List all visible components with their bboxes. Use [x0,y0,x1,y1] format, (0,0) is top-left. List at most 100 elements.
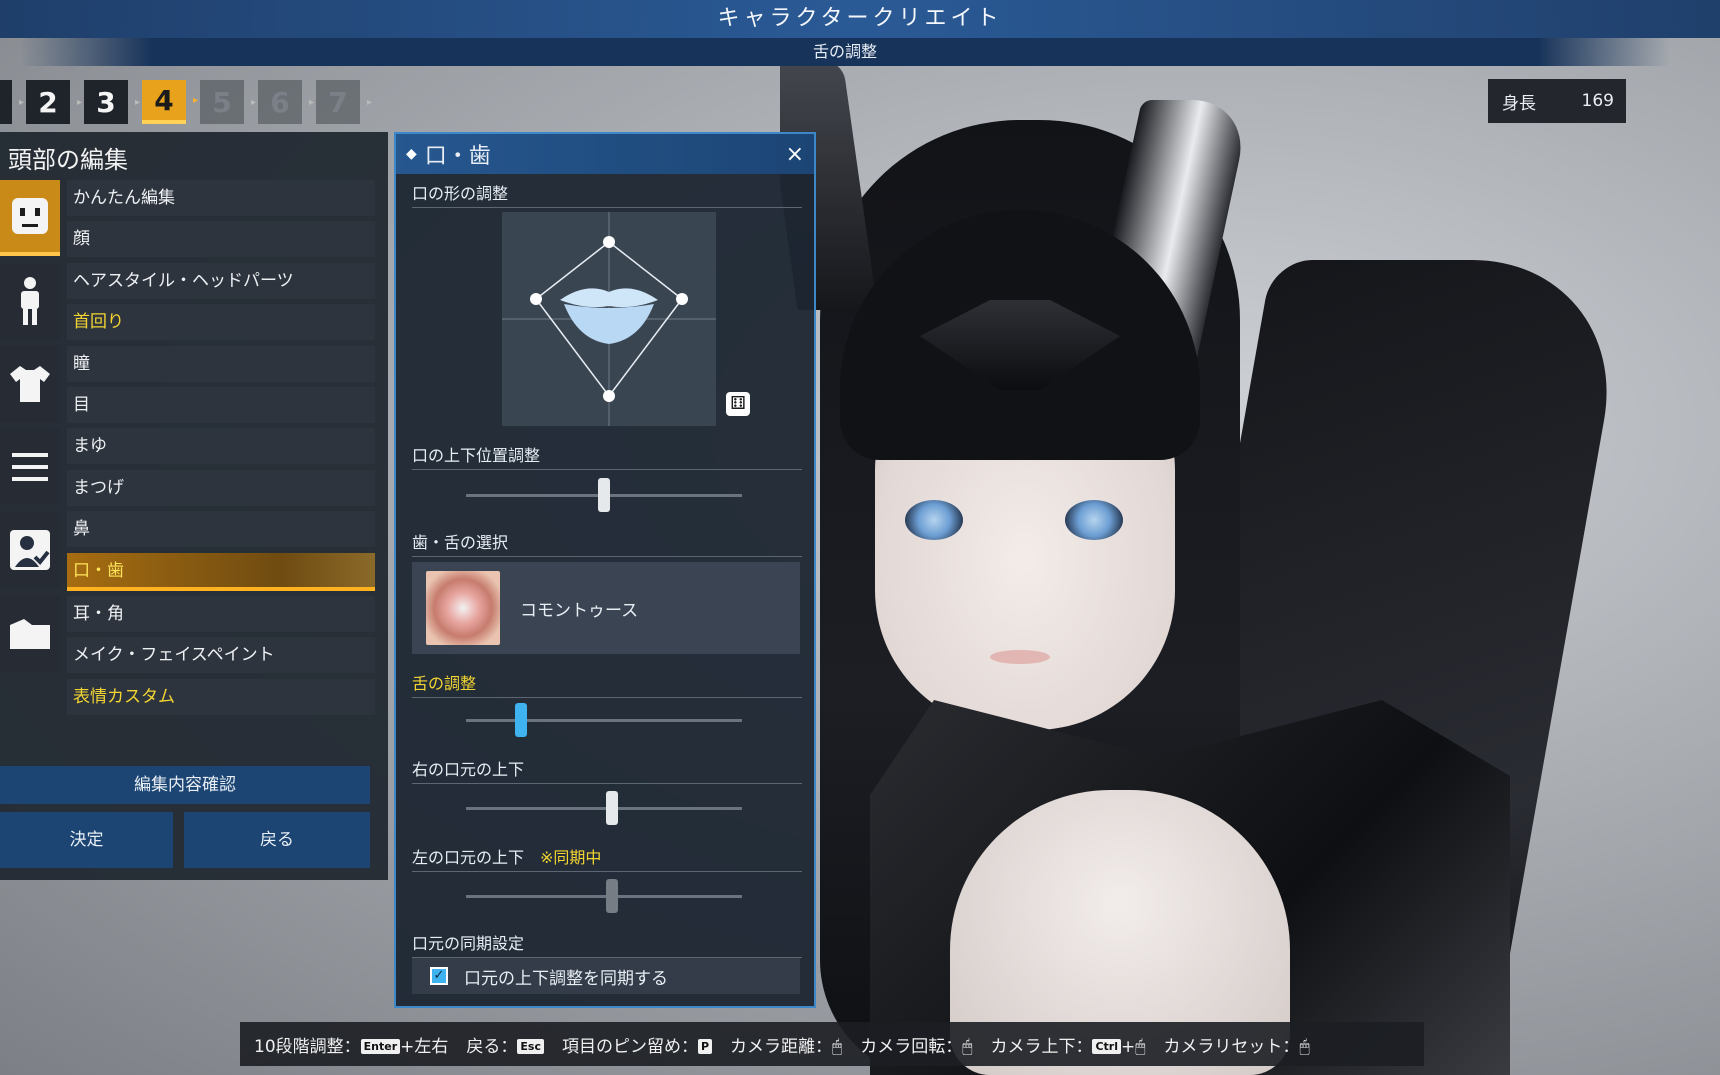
body-icon-graphic [21,277,39,325]
random-dice-icon[interactable]: ⚅ [726,392,750,416]
menu-item-neck[interactable]: 首回り [67,304,375,341]
menu-item-mouth-teeth[interactable]: 口・歯 [67,552,375,591]
mouth-shape-section-label: 口の形の調整 [412,180,802,208]
right-corner-slider[interactable] [466,791,742,825]
sync-note: ※同期中 [540,848,602,867]
menu-item-hairstyle[interactable]: ヘアスタイル・ヘッドパーツ [67,262,375,299]
menu-item-face[interactable]: 顔 [67,221,375,258]
enter-key-icon: Enter [360,1039,401,1054]
height-value: 169 [1581,91,1614,111]
character-eye-left [905,500,963,540]
step-2[interactable]: 2 [26,80,82,124]
controls-help-bar: 10段階調整： Enter +左右 戻る： Esc 項目のピン留め： P カメラ距離：🖱… [240,1022,1424,1066]
p-key-icon: P [697,1039,713,1054]
head-edit-panel: 頭部の編集 かんたん編集 顔 ヘアスタイル・ヘッドパーツ 首回り 瞳 目 まゆ … [0,132,388,880]
menu-item-expression[interactable]: 表情カスタム [67,678,375,715]
step-7: 7 [316,80,372,124]
tongue-section-label: 舌の調整 [412,670,802,698]
face-icon-graphic [12,198,48,234]
left-corner-slider-knob [606,879,619,913]
category-column [0,180,60,678]
menu-item-eyebrow[interactable]: まゆ [67,428,375,465]
help-text: 項目のピン留め： [561,1036,698,1057]
teeth-section-label: 歯・舌の選択 [412,529,802,557]
sync-checkbox-label: 口元の上下調整を同期する [464,968,668,989]
menu-item-eye[interactable]: 目 [67,386,375,423]
height-display: 身長 169 [1488,79,1626,123]
mouth-vertical-slider-knob[interactable] [598,478,610,512]
character-preview[interactable] [780,60,1720,1075]
mouth-vertical-slider[interactable] [466,478,742,512]
sync-section-label: 口元の同期設定 [412,930,802,958]
help-text: カメラリセット： [1163,1036,1300,1057]
help-item-10-step: 10段階調整： Enter +左右 [254,1032,448,1057]
menu-item-eyelash[interactable]: まつげ [67,469,375,506]
help-item-camera-reset: カメラリセット：🖱 [1163,1032,1309,1057]
head-edit-menu: かんたん編集 顔 ヘアスタイル・ヘッドパーツ 首回り 瞳 目 まゆ まつげ 鼻 … [67,180,375,720]
mouth-panel-title: 口・歯 [424,144,491,169]
teeth-preview-image [426,571,500,645]
menu-lines-icon-graphic [12,453,48,481]
step-4[interactable]: 4 [142,80,198,124]
mouth-shape-pad[interactable] [502,212,716,426]
help-item-camera-rotate: カメラ回転：🖱 [860,1032,972,1057]
right-corner-slider-knob[interactable] [606,791,619,825]
left-corner-section-label: 左の口元の上下 ※同期中 [412,844,802,872]
mouth-panel-header: ◆ 口・歯 × [396,134,814,174]
diamond-icon: ◆ [406,146,417,162]
mouth-shape-graphic [502,212,716,426]
body-icon[interactable] [0,263,60,339]
folder-icon[interactable] [0,595,60,671]
person-check-icon[interactable] [0,512,60,588]
sync-checkbox-row[interactable]: ✓ 口元の上下調整を同期する [412,958,800,994]
teeth-selector[interactable]: コモントゥース [412,562,800,654]
right-corner-section-label: 右の口元の上下 [412,756,802,784]
menu-item-makeup[interactable]: メイク・フェイスペイント [67,637,375,674]
face-icon[interactable] [0,180,60,256]
step-navigation: 2 3 4 5 6 7 [0,80,374,124]
person-check-icon-graphic [10,530,50,570]
step-6: 6 [258,80,314,124]
menu-item-ear-horn[interactable]: 耳・角 [67,595,375,632]
head-edit-title: 頭部の編集 [8,146,128,174]
page-title: キャラクタークリエイト [0,0,1720,38]
help-text: 10段階調整： [254,1036,361,1057]
tongue-slider[interactable] [466,703,742,737]
left-corner-label: 左の口元の上下 [412,848,525,867]
teeth-selected-value: コモントゥース [520,601,639,621]
mouse-wheel-icon: 🖱 [832,1036,843,1057]
menu-lines-icon[interactable] [0,429,60,505]
shirt-icon[interactable] [0,346,60,422]
page-subtitle: 舌の調整 [20,38,1670,66]
help-text: 戻る： [466,1036,518,1057]
help-item-back: 戻る： Esc [466,1032,544,1057]
step-5: 5 [200,80,256,124]
folder-icon-graphic [10,619,50,649]
mouse-right-icon: 🖱 [962,1036,973,1057]
close-icon[interactable]: × [786,142,804,167]
left-corner-slider [466,879,742,913]
help-item-pin: 項目のピン留め： P [561,1032,713,1057]
mouth-teeth-panel: ◆ 口・歯 × 口の形の調整 ⚅ 口の上下位置調整 歯・舌の選択 コモントゥース… [394,132,816,1008]
character-eye-right [1065,500,1123,540]
help-text: カメラ回転： [860,1036,963,1057]
sync-checkbox[interactable]: ✓ [430,967,448,985]
mouse-middle-icon: 🖱 [1299,1036,1310,1057]
tongue-slider-knob[interactable] [515,703,528,737]
help-text: カメラ距離： [730,1036,833,1057]
help-item-camera-updown: カメラ上下： Ctrl +🖱 [990,1032,1145,1057]
menu-item-nose[interactable]: 鼻 [67,511,375,548]
shirt-icon-graphic [10,366,50,402]
back-button[interactable]: 戻る [184,812,370,868]
menu-item-pupil[interactable]: 瞳 [67,345,375,382]
help-suffix: +左右 [400,1036,449,1057]
step-3[interactable]: 3 [84,80,140,124]
ok-button[interactable]: 決定 [0,812,173,868]
help-item-camera-distance: カメラ距離：🖱 [730,1032,842,1057]
height-label: 身長 [1502,93,1536,114]
confirm-edits-button[interactable]: 編集内容確認 [0,766,370,804]
esc-key-icon: Esc [517,1039,544,1054]
step-prev-edge[interactable] [0,80,24,124]
ctrl-key-icon: Ctrl [1092,1039,1121,1054]
menu-item-easy-edit[interactable]: かんたん編集 [67,180,375,216]
